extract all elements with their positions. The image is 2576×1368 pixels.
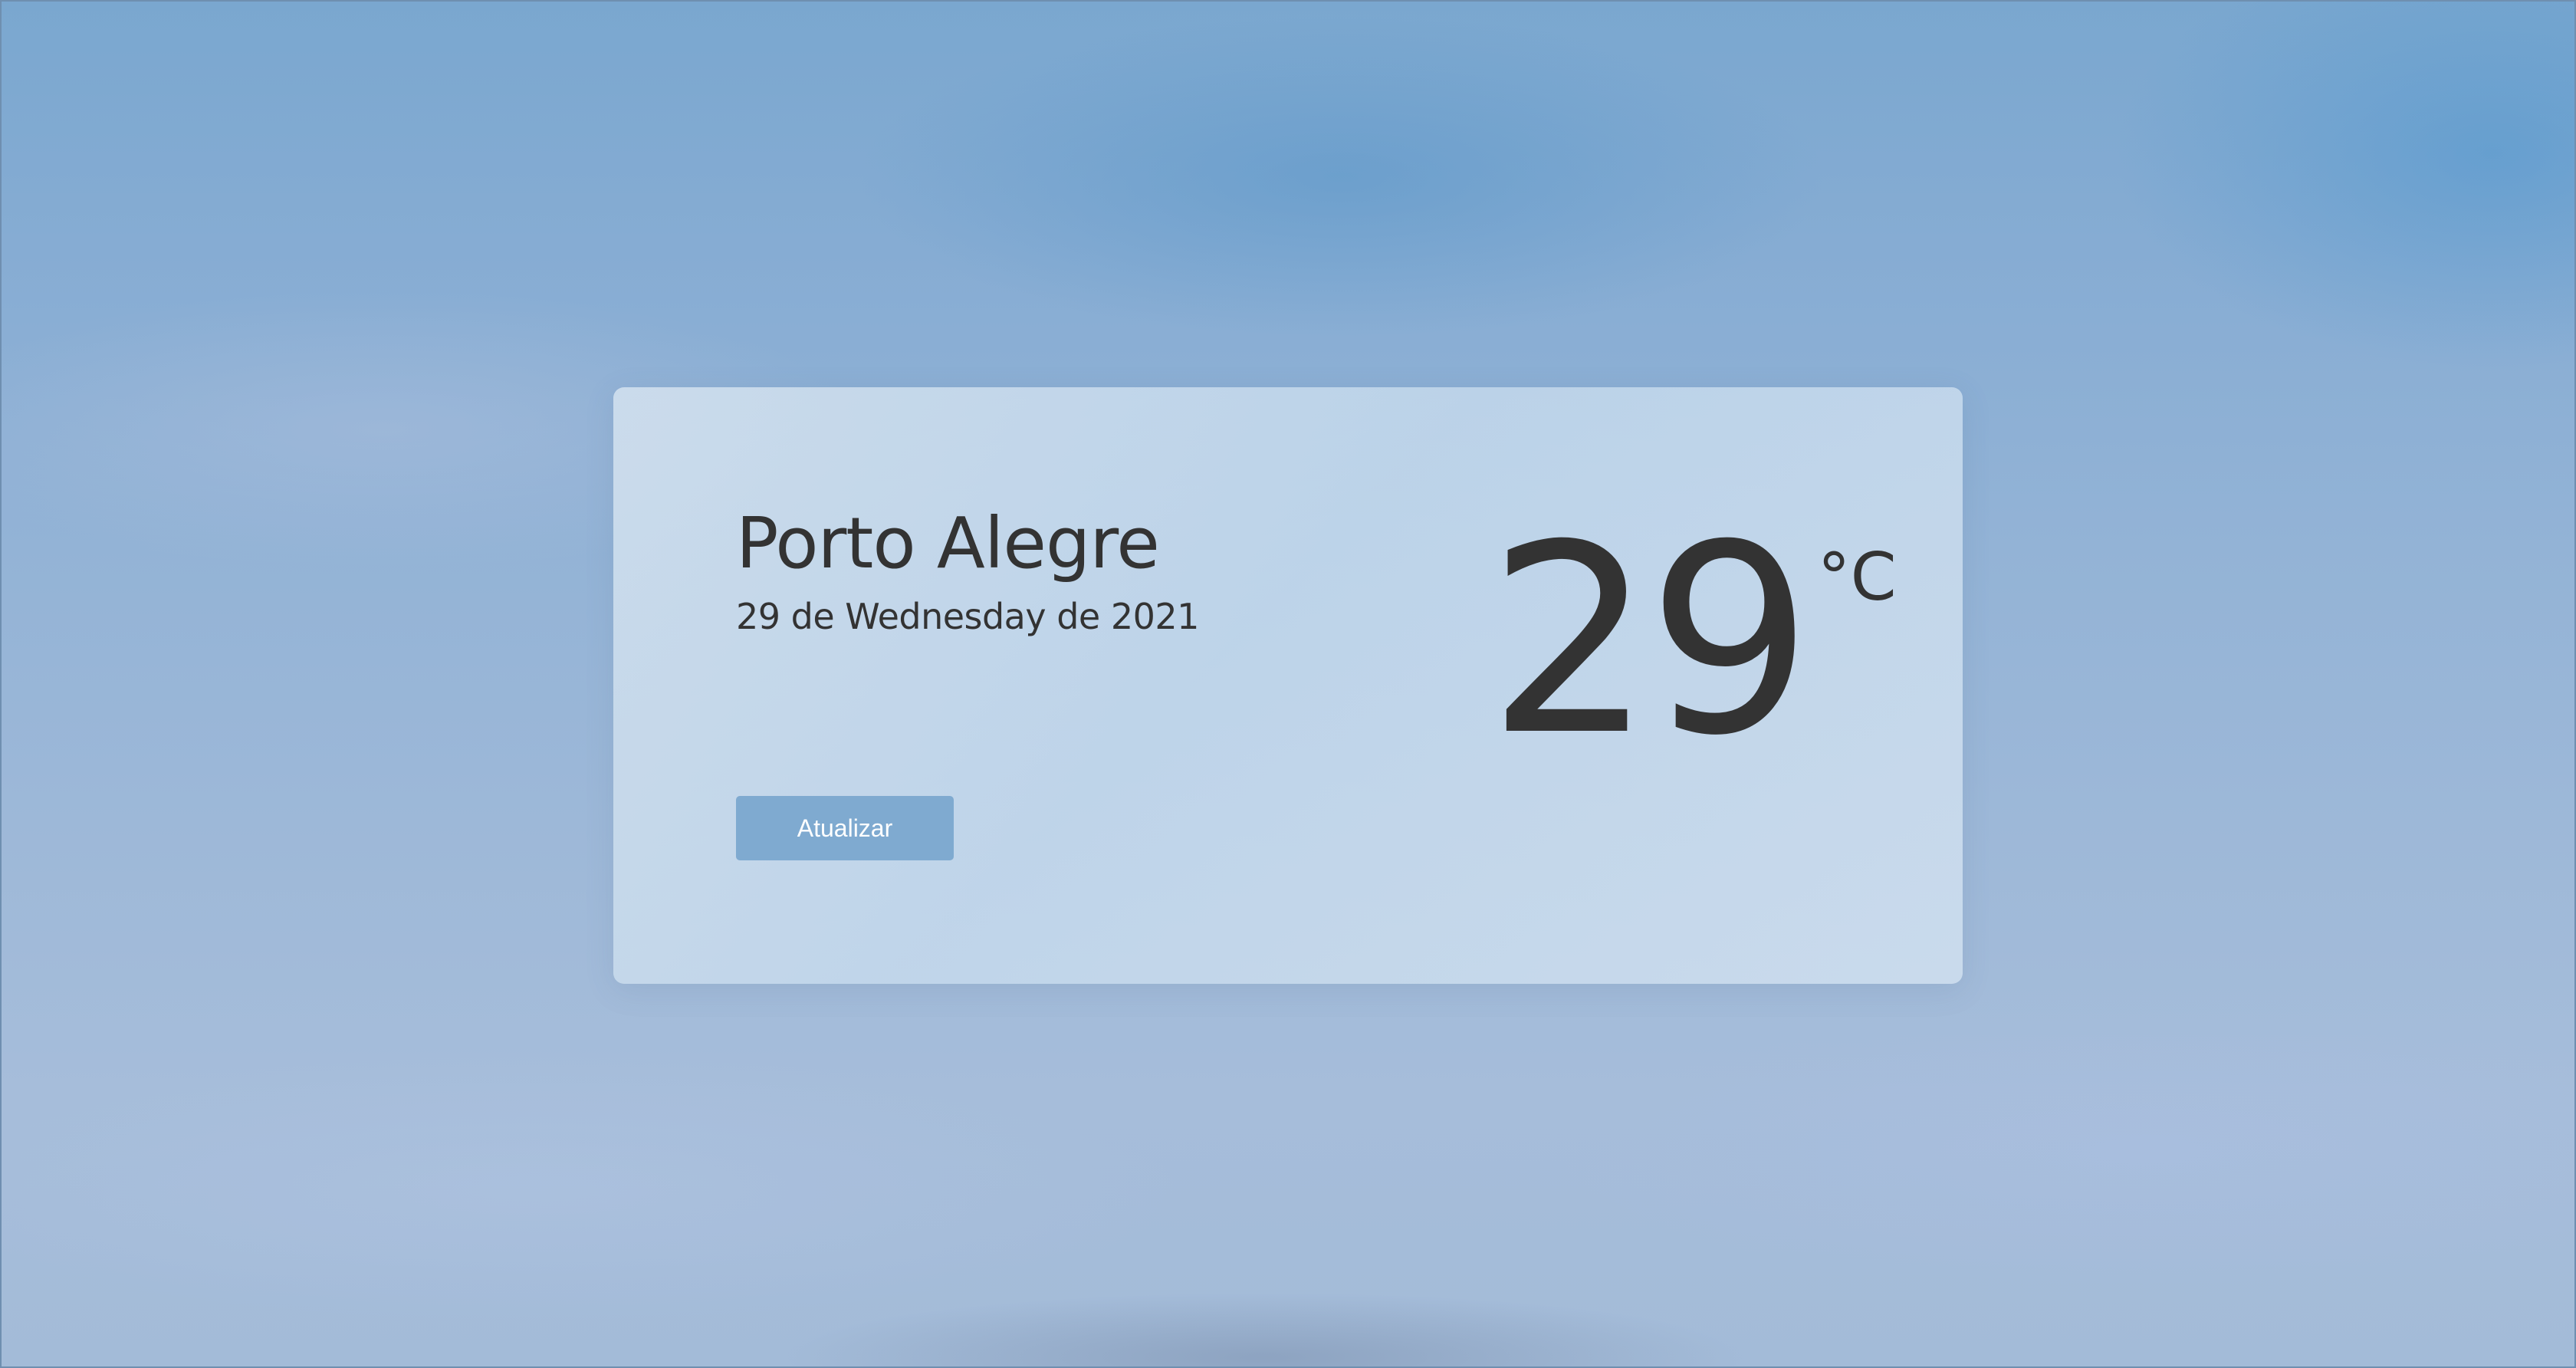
city-name: Porto Alegre [736,502,1160,584]
temperature-display: 29 °C [1487,511,1897,771]
refresh-button[interactable]: Atualizar [736,796,954,860]
weather-card: Porto Alegre 29 de Wednesday de 2021 29 … [613,387,1963,984]
temperature-value: 29 [1487,489,1813,793]
temperature-unit: °C [1817,539,1897,616]
current-date: 29 de Wednesday de 2021 [736,596,1199,637]
weather-page: { "weather": { "city": "Porto Alegre", "… [0,0,2576,1368]
